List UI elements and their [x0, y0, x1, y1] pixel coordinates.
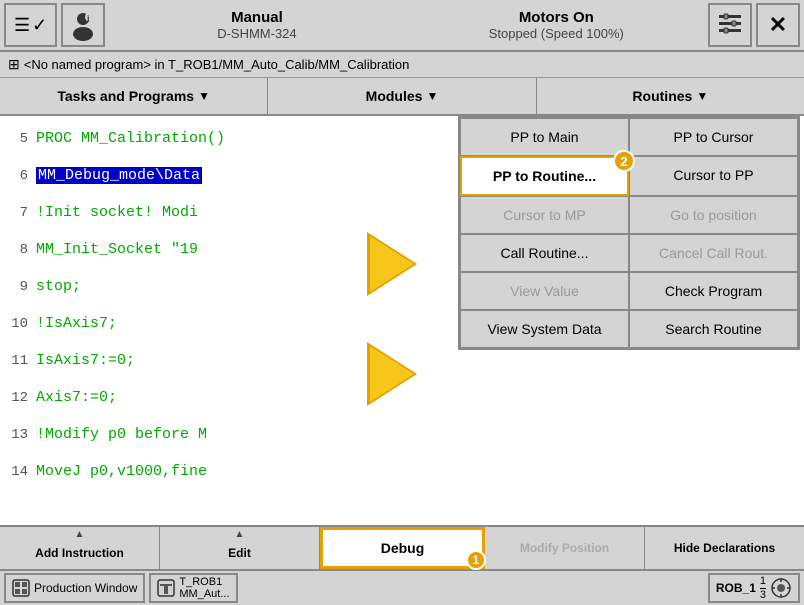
cursor-to-pp-button[interactable]: Cursor to PP	[629, 156, 798, 196]
production-window-label: Production Window	[34, 581, 137, 595]
device-label: D-SHMM-324	[109, 26, 404, 41]
pp-to-main-label: PP to Main	[510, 129, 578, 145]
production-window-icon	[12, 579, 30, 597]
go-to-position-label: Go to position	[670, 207, 756, 223]
pp-to-main-button[interactable]: PP to Main	[460, 118, 629, 156]
cursor-to-pp-label: Cursor to PP	[673, 167, 753, 183]
production-window-button[interactable]: Production Window	[4, 573, 145, 603]
header: ☰ ✓ i Manual D-SHMM-324 Motors On Stoppe…	[0, 0, 804, 52]
view-value-label: View Value	[510, 283, 579, 299]
pp-to-routine-button[interactable]: PP to Routine... 2	[460, 156, 629, 196]
cancel-call-rout-label: Cancel Call Rout.	[659, 245, 768, 261]
search-routine-button[interactable]: Search Routine	[629, 310, 798, 348]
cancel-call-rout-button[interactable]: Cancel Call Rout.	[629, 234, 798, 272]
motors-label: Motors On	[409, 9, 704, 26]
routines-arrow-icon: ▼	[696, 89, 708, 103]
code-highlight: MM_Debug_mode\Data	[36, 167, 202, 184]
code-line-13: 13 !Modify p0 before M	[0, 416, 804, 453]
tasks-arrow-icon: ▼	[198, 89, 210, 103]
modules-arrow-icon: ▼	[426, 89, 438, 103]
hamburger-icon: ☰	[14, 15, 30, 36]
person-icon: i	[67, 9, 99, 41]
mm-auto-label: MM_Aut...	[179, 588, 229, 600]
header-device-info: Manual D-SHMM-324	[109, 9, 404, 41]
t-rob1-button[interactable]: T_ROB1 MM_Aut...	[149, 573, 237, 603]
go-to-position-button[interactable]: Go to position	[629, 196, 798, 234]
manual-label: Manual	[109, 9, 404, 26]
rob-den: 3	[760, 589, 766, 601]
main-area: 5 PROC MM_Calibration() 6 MM_Debug_mode\…	[0, 116, 804, 525]
rob-num: 1	[760, 575, 766, 588]
menu-button[interactable]: ☰ ✓	[4, 3, 57, 47]
hide-declarations-button[interactable]: Hide Declarations	[645, 527, 804, 569]
check-program-label: Check Program	[665, 283, 762, 299]
t-rob1-label: T_ROB1	[179, 576, 229, 588]
pp-to-cursor-button[interactable]: PP to Cursor	[629, 118, 798, 156]
view-system-data-label: View System Data	[487, 321, 601, 337]
call-routine-label: Call Routine...	[501, 245, 589, 261]
context-menu: PP to Main PP to Cursor PP to Routine...…	[458, 116, 800, 350]
settings-button[interactable]	[708, 3, 752, 47]
search-routine-label: Search Routine	[665, 321, 762, 337]
check-program-button[interactable]: Check Program	[629, 272, 798, 310]
pp-to-routine-label: PP to Routine...	[493, 168, 596, 184]
add-instruction-label: Add Instruction	[35, 546, 124, 560]
header-status: Motors On Stopped (Speed 100%)	[409, 9, 704, 41]
breadcrumb: ⊞ <No named program> in T_ROB1/MM_Auto_C…	[0, 52, 804, 78]
modify-position-button[interactable]: Modify Position	[485, 527, 645, 569]
routines-label: Routines	[632, 88, 692, 104]
hide-declarations-label: Hide Declarations	[674, 541, 775, 555]
navbar: Tasks and Programs ▼ Modules ▼ Routines …	[0, 78, 804, 116]
cursor-to-mp-label: Cursor to MP	[503, 207, 585, 223]
settings-icon	[716, 11, 744, 39]
status-label: Stopped (Speed 100%)	[409, 26, 704, 41]
status-bar: Production Window T_ROB1 MM_Aut... ROB_1…	[0, 569, 804, 605]
debug-button[interactable]: Debug 1	[320, 527, 485, 569]
close-button[interactable]: ✕	[756, 3, 800, 47]
view-value-button[interactable]: View Value	[460, 272, 629, 310]
add-instruction-button[interactable]: ▲ Add Instruction	[0, 527, 160, 569]
breadcrumb-icon: ⊞	[8, 56, 20, 73]
view-system-data-button[interactable]: View System Data	[460, 310, 629, 348]
checkmark-icon: ✓	[32, 15, 47, 36]
play-arrow-top	[370, 236, 414, 292]
tasks-programs-label: Tasks and Programs	[57, 88, 194, 104]
close-icon: ✕	[769, 12, 787, 38]
add-instruction-arrow: ▲	[75, 529, 85, 540]
debug-badge: 1	[466, 550, 486, 570]
play-arrow-bottom	[370, 346, 414, 402]
edit-button[interactable]: ▲ Edit	[160, 527, 320, 569]
nav-tasks-programs[interactable]: Tasks and Programs ▼	[0, 78, 268, 114]
rob-name-label: ROB_1	[716, 581, 756, 595]
modify-position-label: Modify Position	[520, 541, 609, 555]
info-button[interactable]: i	[61, 3, 105, 47]
t-rob1-icon	[157, 579, 175, 597]
pp-to-cursor-label: PP to Cursor	[674, 129, 754, 145]
breadcrumb-text: <No named program> in T_ROB1/MM_Auto_Cal…	[24, 57, 410, 72]
code-line-14: 14 MoveJ p0,v1000,fine	[0, 453, 804, 490]
edit-label: Edit	[228, 546, 251, 560]
nav-modules[interactable]: Modules ▼	[268, 78, 536, 114]
bottom-toolbar: ▲ Add Instruction ▲ Edit Debug 1 Modify …	[0, 525, 804, 569]
rob-fraction: 1 3	[760, 575, 766, 600]
rob-status: ROB_1 1 3	[708, 573, 800, 603]
rob-icon	[770, 577, 792, 599]
edit-arrow: ▲	[235, 529, 245, 540]
svg-text:i: i	[87, 14, 90, 24]
debug-label: Debug	[381, 540, 425, 556]
pp-to-routine-badge: 2	[613, 150, 635, 172]
modules-label: Modules	[366, 88, 423, 104]
call-routine-button[interactable]: Call Routine...	[460, 234, 629, 272]
nav-routines[interactable]: Routines ▼	[537, 78, 804, 114]
cursor-to-mp-button[interactable]: Cursor to MP	[460, 196, 629, 234]
